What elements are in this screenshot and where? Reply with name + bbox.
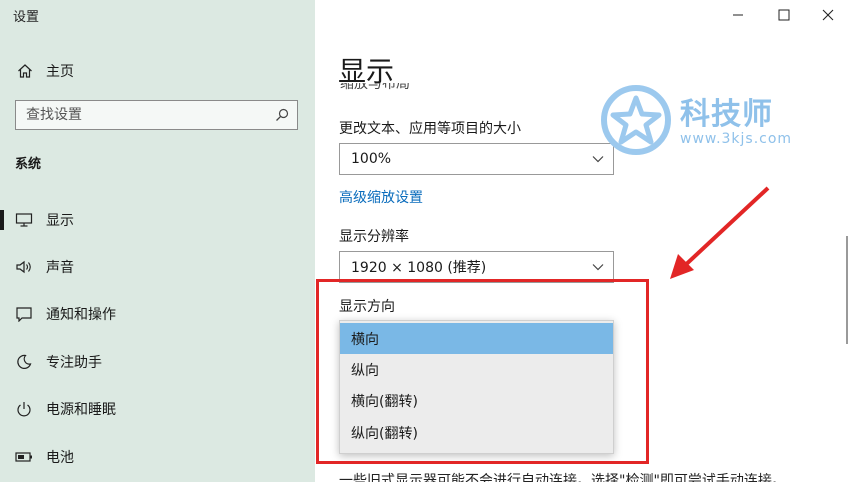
sidebar-item-label: 显示	[46, 213, 74, 229]
sidebar-item-sound[interactable]: 声音	[0, 249, 315, 285]
sidebar-item-label: 电池	[46, 450, 74, 466]
sidebar: 设置 主页 系统 显示 声音 通知和操作 专注助手	[0, 0, 315, 482]
minimize-button[interactable]	[715, 2, 761, 28]
moon-icon	[14, 352, 34, 372]
scale-value: 100%	[351, 151, 392, 167]
detect-hint-text: 一些旧式显示器可能不会进行自动连接。选择"检测"即可尝试手动连接。	[339, 473, 786, 482]
speaker-icon	[14, 257, 34, 277]
resolution-label: 显示分辨率	[339, 229, 409, 245]
search-input[interactable]	[16, 106, 267, 124]
sidebar-item-label: 电源和睡眠	[46, 402, 116, 418]
window-title: 设置	[13, 10, 40, 25]
chevron-down-icon	[592, 264, 604, 271]
power-icon	[14, 399, 34, 419]
sidebar-item-display[interactable]: 显示	[0, 202, 315, 238]
section-label: 系统	[15, 157, 42, 172]
scale-label: 更改文本、应用等项目的大小	[339, 121, 521, 137]
scrollbar[interactable]	[846, 236, 848, 344]
close-icon	[822, 9, 834, 21]
sidebar-item-notifications[interactable]: 通知和操作	[0, 296, 315, 332]
sidebar-item-power-sleep[interactable]: 电源和睡眠	[0, 391, 315, 427]
minimize-icon	[733, 14, 743, 16]
sidebar-item-label: 声音	[46, 260, 74, 276]
red-arrow-icon	[670, 186, 770, 279]
search-box[interactable]	[15, 100, 298, 130]
watermark-brand: 科技师	[680, 97, 773, 132]
monitor-icon	[14, 210, 34, 230]
advanced-scaling-link[interactable]: 高级缩放设置	[339, 187, 423, 207]
sidebar-item-label: 通知和操作	[46, 307, 116, 323]
maximize-button[interactable]	[761, 2, 807, 28]
active-indicator	[0, 210, 4, 230]
sidebar-item-home[interactable]: 主页	[16, 60, 74, 82]
resolution-value: 1920 × 1080 (推荐)	[351, 260, 487, 276]
home-label: 主页	[46, 64, 74, 80]
close-button[interactable]	[805, 2, 850, 28]
home-icon	[16, 62, 34, 80]
watermark-url: www.3kjs.com	[680, 131, 793, 147]
battery-icon	[14, 447, 34, 467]
sidebar-item-label: 专注助手	[46, 355, 102, 371]
notification-icon	[14, 304, 34, 324]
maximize-icon	[778, 9, 790, 21]
partial-section-heading: 缩放与布局	[340, 83, 410, 91]
highlight-box	[316, 279, 649, 464]
sidebar-item-focus-assist[interactable]: 专注助手	[0, 344, 315, 380]
search-icon[interactable]	[267, 108, 297, 122]
sidebar-item-battery[interactable]: 电池	[0, 439, 315, 475]
scale-dropdown[interactable]: 100%	[339, 143, 614, 175]
